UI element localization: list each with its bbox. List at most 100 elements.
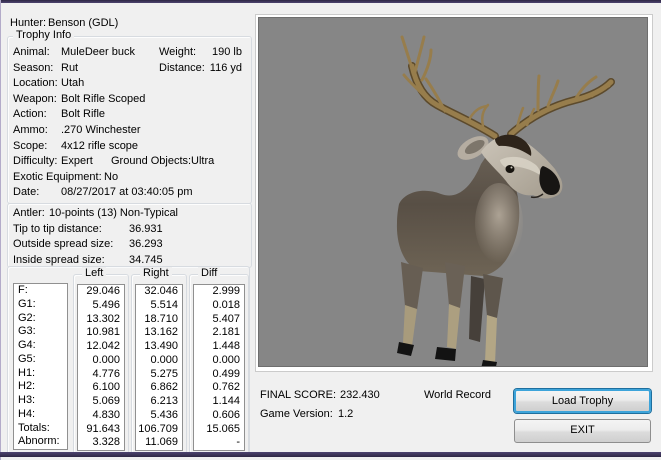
measure-row-label: G2: <box>18 311 36 324</box>
measure-row-label: H1: <box>18 366 36 379</box>
deer-eye <box>505 165 515 173</box>
measure-cell: 91.643 <box>86 422 120 435</box>
field-value: Expert <box>61 155 93 168</box>
measure-cell: 0.499 <box>212 367 240 380</box>
field-value: 190 lb <box>212 46 242 58</box>
trophy-info-row: Exotic Equipment: No <box>8 170 249 186</box>
measure-cell: 0.000 <box>150 353 178 366</box>
antler-label: Antler: <box>13 207 45 219</box>
trophy-image-viewport[interactable] <box>258 17 648 367</box>
trophy-info-row: Ammo: .270 Winchester <box>8 123 249 139</box>
measure-cell: 6.862 <box>150 381 178 394</box>
field-value: 4x12 rifle scope <box>61 139 139 152</box>
measure-cell: 3.328 <box>92 436 120 449</box>
measure-cell: 2.181 <box>212 326 240 339</box>
field-label: Ammo: <box>13 124 48 136</box>
left-values-panel: 29.046 5.496 13.302 10.981 12.042 0.000 4.776 6… <box>77 284 125 451</box>
left-column-header: Left <box>82 267 107 280</box>
measure-cell: 5.407 <box>212 312 240 325</box>
field-value: .270 Winchester <box>61 124 141 136</box>
measure-row-label: H4: <box>18 407 36 420</box>
trophy-info-row: Action: Bolt Rifle <box>8 107 249 123</box>
measure-cell: 4.776 <box>92 367 120 380</box>
hunter-value: Benson (GDL) <box>48 17 119 29</box>
window-bottom-edge <box>0 452 661 457</box>
trophy-info-row: Weapon: Bolt Rifle Scoped <box>8 92 249 108</box>
trophy-info-row: Season: Rut Distance: 116 yd <box>8 61 249 77</box>
measurements-groupbox: F: G1: G2: G3: G4: G5: H1: H2: H3: H4: Totals: Abno… <box>7 266 250 455</box>
measure-cell: 10.981 <box>86 326 120 339</box>
measure-cell: 5.496 <box>92 298 120 311</box>
field-value: 116 yd <box>209 61 242 74</box>
measure-row-label: G3: <box>18 325 36 338</box>
measure-cell: 4.830 <box>92 408 120 421</box>
right-column-groupbox: Right 32.046 5.514 18.710 13.162 13.490 0.000… <box>131 267 187 454</box>
antler-row: Antler: 10-points (13) Non-Typical <box>8 206 249 221</box>
measure-cell: 5.436 <box>150 408 178 421</box>
measure-cell: 29.046 <box>86 285 120 297</box>
final-score-label: FINAL SCORE: <box>260 389 336 401</box>
right-values-panel: 32.046 5.514 18.710 13.162 13.490 0.000 5.275 6… <box>135 284 183 451</box>
measure-cell: - <box>236 436 240 449</box>
field-label: Season: <box>13 61 54 74</box>
field-value: No <box>104 170 119 183</box>
exit-button[interactable]: EXIT <box>514 419 651 443</box>
field-label: Distance: <box>159 61 205 74</box>
measure-cell: 106.709 <box>138 422 178 435</box>
trophy-info-caption: Trophy Info <box>13 29 75 42</box>
window-top-edge <box>0 0 661 3</box>
measure-cell: 32.046 <box>144 285 178 297</box>
field-label: Weapon: <box>13 92 57 105</box>
trophy-image-frame <box>255 14 653 372</box>
measure-row-label: G5: <box>18 352 36 365</box>
field-label: Ground Objects: <box>111 155 192 168</box>
right-column-header: Right <box>140 267 172 280</box>
trophy-info-row: Date: 08/27/2017 at 03:40:05 pm <box>8 185 249 201</box>
field-value: MuleDeer buck <box>61 46 135 58</box>
left-column-groupbox: Left 29.046 5.496 13.302 10.981 12.042 0.000 4… <box>73 267 129 454</box>
deer-chest-highlight <box>475 183 523 263</box>
measure-row-label: Totals: <box>18 421 50 434</box>
antler-value: 10-points (13) Non-Typical <box>49 207 179 219</box>
measure-row-label: H3: <box>18 394 36 406</box>
field-value: Ultra <box>191 155 215 168</box>
measure-cell: 6.100 <box>92 381 120 394</box>
measure-row-label: Abnorm: <box>18 435 60 448</box>
measure-cell: 0.018 <box>212 298 240 311</box>
field-label: Scope: <box>13 139 48 152</box>
measure-cell: 11.069 <box>145 436 178 449</box>
field-label: Weight: <box>159 46 197 58</box>
measure-cell: 0.000 <box>212 353 240 366</box>
diff-column-header: Diff <box>198 267 221 280</box>
field-value: Bolt Rifle Scoped <box>61 92 146 105</box>
hunter-label: Hunter: <box>10 17 47 29</box>
field-value: Rut <box>61 61 79 74</box>
window-left-edge <box>0 0 1 460</box>
final-score-value: 232.430 <box>340 389 380 401</box>
measure-row-label: F: <box>18 284 28 296</box>
measure-cell: 1.448 <box>212 340 240 352</box>
measure-cell: 13.162 <box>144 326 178 339</box>
load-trophy-button[interactable]: Load Trophy <box>514 389 651 413</box>
game-version-value: 1.2 <box>338 408 354 420</box>
measure-row-label: G1: <box>18 297 36 310</box>
measure-label-panel: F: G1: G2: G3: G4: G5: H1: H2: H3: H4: Totals: Abno… <box>13 283 68 450</box>
field-value: 08/27/2017 at 03:40:05 pm <box>61 186 193 199</box>
outside-spread-label: Outside spread size: <box>13 238 114 250</box>
measure-cell: 5.514 <box>150 298 178 311</box>
antler-groupbox: Antler: 10-points (13) Non-Typical Tip t… <box>7 203 252 268</box>
field-label: Date: <box>13 186 40 199</box>
trophy-info-row: Animal: MuleDeer buck Weight: 190 lb <box>8 45 249 61</box>
trophy-info-row: Difficulty: Expert Ground Objects: Ultra <box>8 154 249 170</box>
outside-spread-row: Outside spread size: 36.293 <box>8 237 249 252</box>
field-label: Exotic Equipment: <box>13 170 102 183</box>
measure-cell: 5.275 <box>150 367 178 380</box>
measure-row-label: G4: <box>18 339 36 351</box>
measure-cell: 13.490 <box>144 340 178 352</box>
measure-row-label: H2: <box>18 380 36 393</box>
field-value: Bolt Rifle <box>61 108 106 121</box>
measure-cell: 13.302 <box>86 312 120 325</box>
game-version-label: Game Version: <box>260 408 333 420</box>
measure-cell: 1.144 <box>212 395 240 407</box>
tip-to-tip-row: Tip to tip distance: 36.931 <box>8 222 249 237</box>
